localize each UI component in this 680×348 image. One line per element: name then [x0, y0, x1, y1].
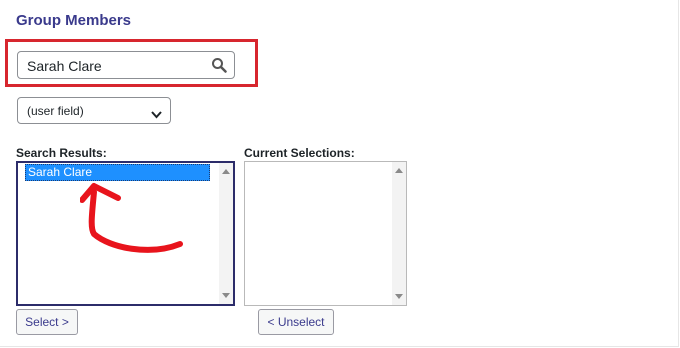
scroll-up-icon[interactable]	[222, 169, 230, 174]
scroll-up-icon[interactable]	[395, 168, 403, 173]
current-selections-list[interactable]	[244, 161, 407, 306]
unselect-button[interactable]: < Unselect	[258, 309, 334, 335]
select-button[interactable]: Select >	[16, 309, 78, 335]
curved-arrow-annotation	[79, 178, 190, 258]
search-icon[interactable]	[211, 57, 227, 73]
scroll-down-icon[interactable]	[222, 293, 230, 298]
group-members-panel: Group Members Sarah Clare (user field) S…	[0, 0, 679, 347]
user-field-select-value: (user field)	[27, 104, 84, 118]
search-input-value: Sarah Clare	[27, 58, 102, 74]
user-field-select[interactable]: (user field)	[17, 97, 171, 124]
chevron-down-icon	[151, 106, 162, 119]
scrollbar[interactable]	[219, 163, 233, 304]
section-title: Group Members	[16, 12, 132, 29]
search-results-label: Search Results:	[16, 146, 107, 160]
current-selections-label: Current Selections:	[244, 146, 355, 160]
scrollbar[interactable]	[392, 162, 406, 305]
scroll-down-icon[interactable]	[395, 294, 403, 299]
search-input[interactable]: Sarah Clare	[17, 51, 235, 79]
